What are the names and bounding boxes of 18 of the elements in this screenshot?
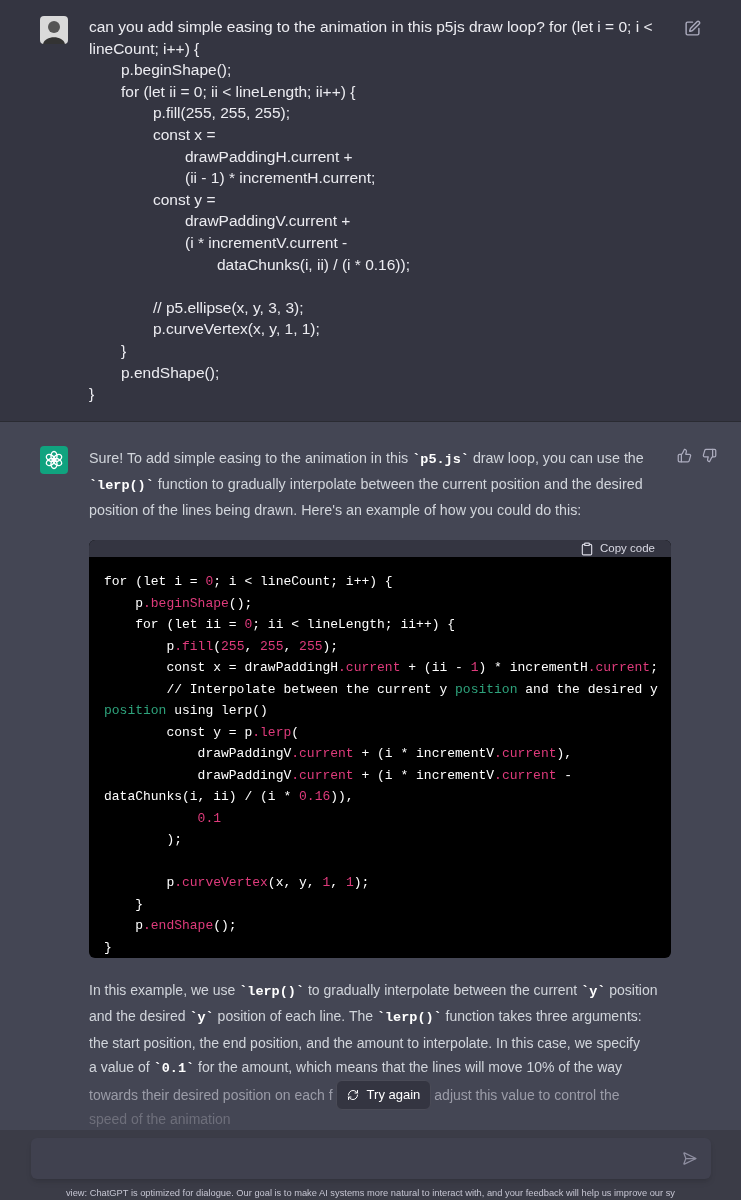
- disclaimer-text: view: ChatGPT is optimized for dialogue. Our goal is to make AI systems more natural to interact with, and your feedback will help us improve our sy: [65, 1186, 675, 1200]
- faded-text: adjust this value to control the: [434, 1085, 620, 1105]
- clipboard-icon: [580, 541, 594, 556]
- answer-explanation: In this example, we use `lerp()` to gradually interpolate between the current `y` position and the desired `y` position of each line. The `lerp()` function takes three arguments: the start position, the end position, and the amount to interpolate. In this case, we specify a value of `0.1` for the amount, which means that the lines will move 10% of the way: [89, 980, 658, 1079]
- edit-icon[interactable]: [684, 20, 701, 37]
- user-message: can you add simple easing to the animation in this p5js draw loop? for (let i = 0; i < lineCount; i++) { p.beginShape(); for (let ii = 0; ii < lineLength; ii++) { p.fill(255, 255, 255); const x = drawPaddingH.current + (ii - 1) * incrementH.current; const y = drawPaddingV.current + (i * incrementV.current - dataChunks(i, ii) / (i * 0.16)); // p5.ellipse(x, y, 3, 3); p.curveVertex(x, y, 1, 1); } p.endShape(); }: [89, 17, 654, 405]
- send-icon[interactable]: [681, 1150, 697, 1166]
- message-input[interactable]: [30, 1138, 711, 1179]
- try-again-button[interactable]: Try again: [335, 1080, 432, 1110]
- faded-text: towards their desired position on each f: [89, 1085, 333, 1105]
- user-avatar: [40, 16, 68, 44]
- thumbs-down-icon[interactable]: [702, 448, 717, 463]
- refresh-icon: [346, 1089, 359, 1101]
- copy-code-button[interactable]: Copy code: [580, 540, 655, 558]
- answer-intro: Sure! To add simple easing to the animation in this `p5.js` draw loop, you can use the `lerp()` function to gradually interpolate between the current position and the desired position of the lines being drawn. Here's an example of how you could do this:: [89, 449, 644, 520]
- assistant-logo: [40, 446, 68, 474]
- thumbs-up-icon[interactable]: [677, 448, 692, 463]
- code-text: for (let i = 0; i < lineCount; i++) { p.beginShape(); for (let ii = 0; ii < lineLength; ii++) { p.fill(255, 255, 255); const x = drawPaddingH.current + (ii - 1) * incrementH.current; // Interpolate between the current y position and the desired y position using lerp() const y = p.lerp( drawPaddingV.current + (i * incrementV.current), drawPaddingV.current + (i * incrementV.current - dataChunks(i, ii) / (i * 0.16)), 0.1 ); p.curveVertex(x, y, 1, 1); } p.endShape(); }: [103, 573, 659, 957]
